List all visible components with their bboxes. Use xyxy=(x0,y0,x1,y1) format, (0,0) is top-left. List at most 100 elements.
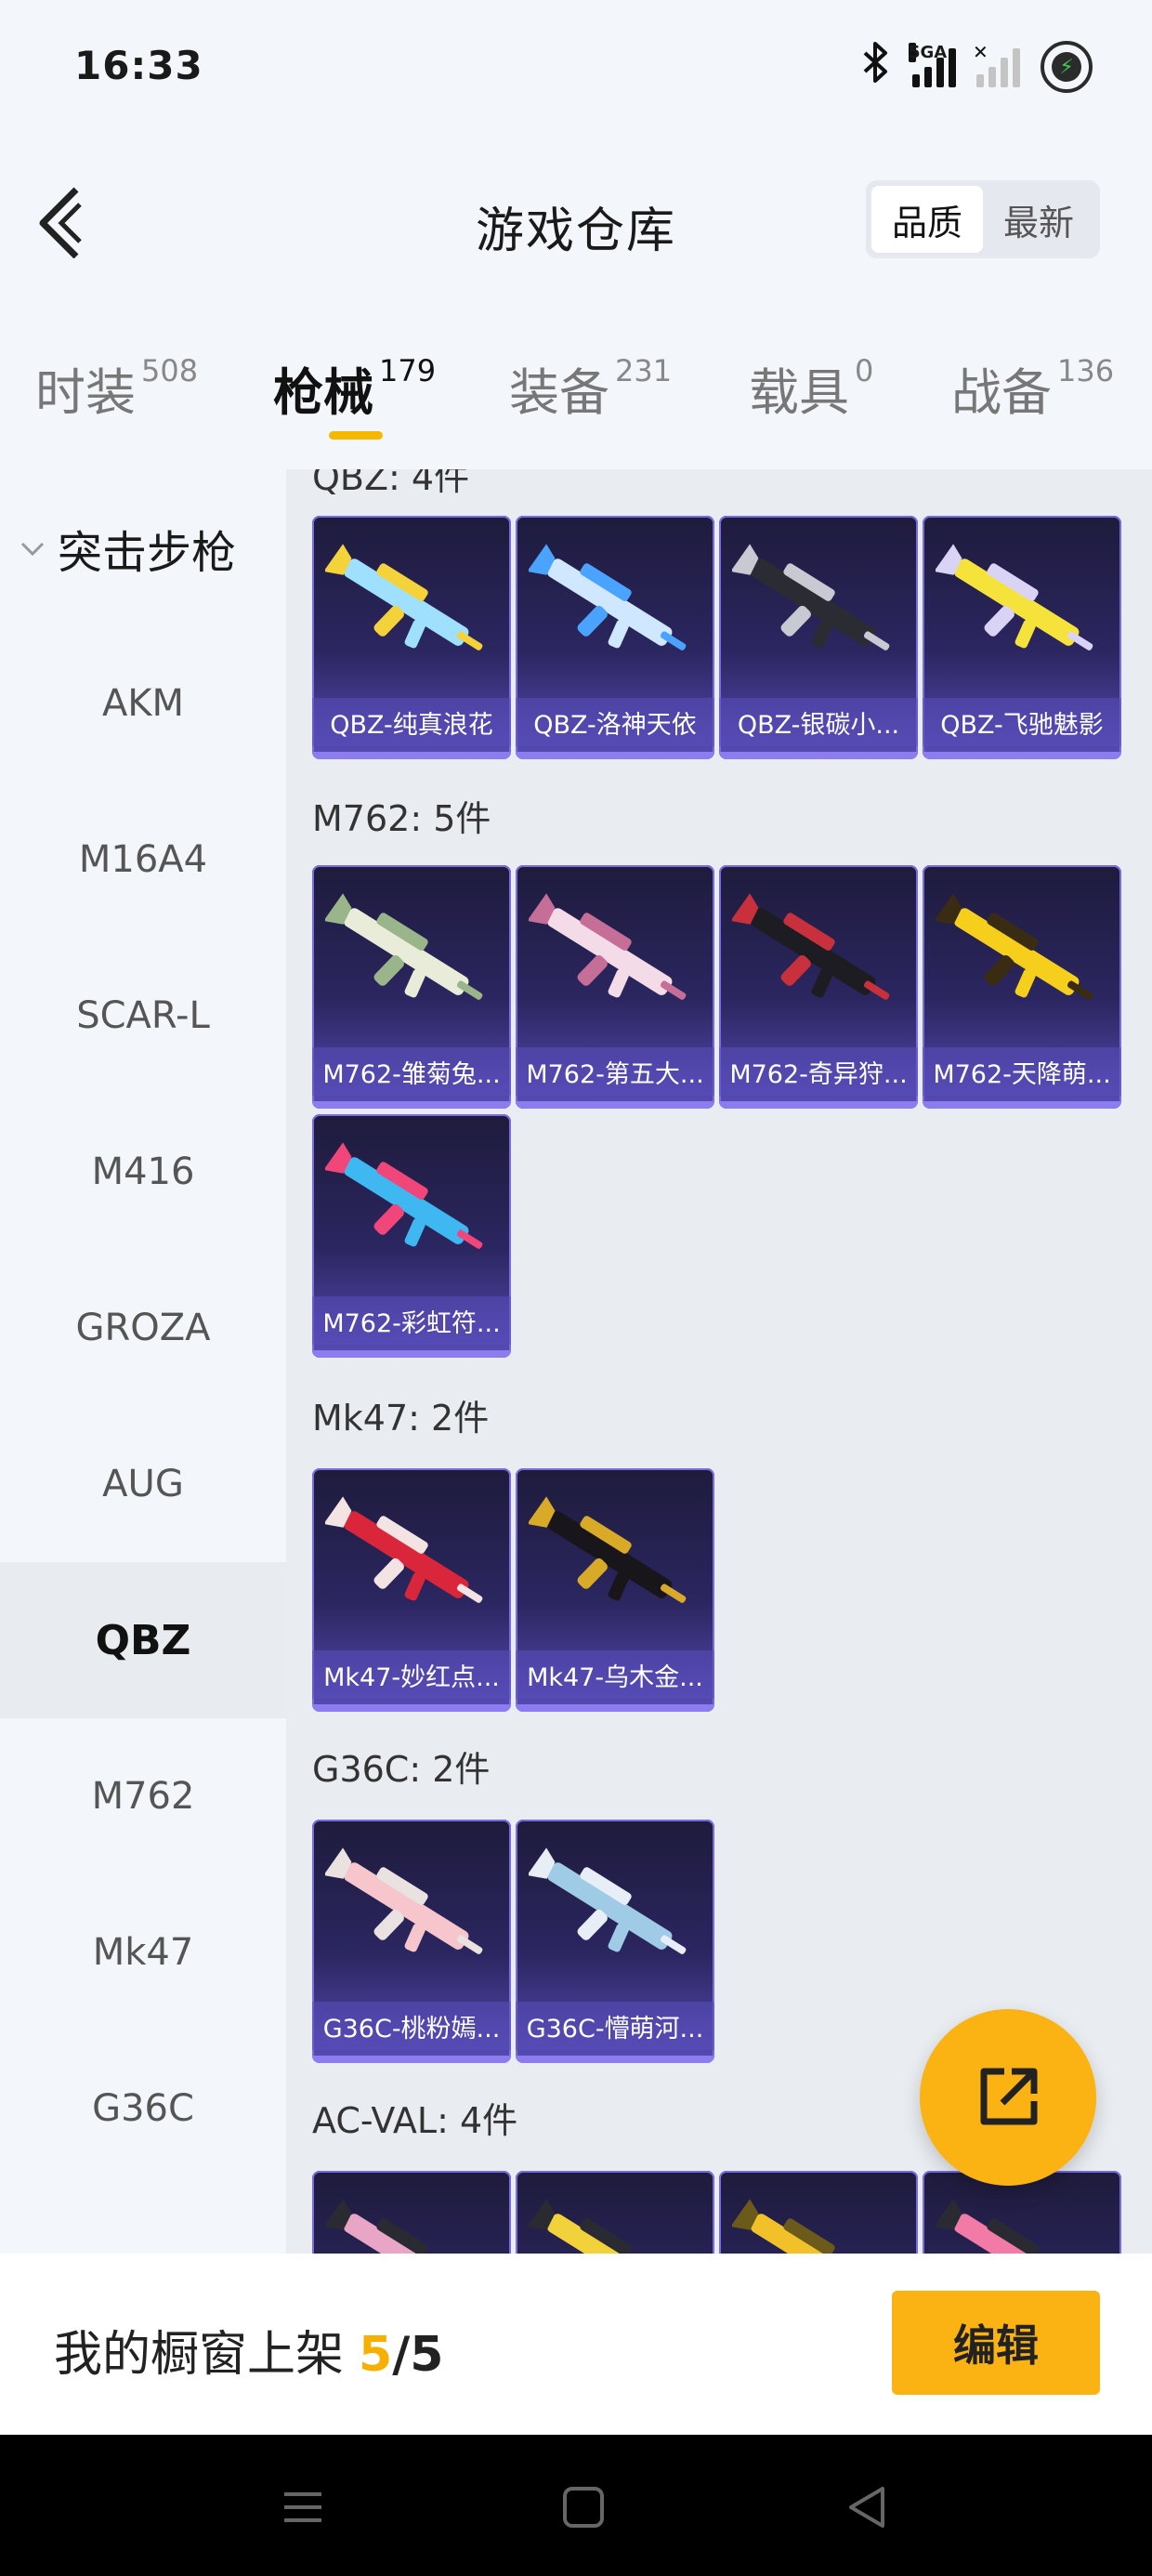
weapon-skin-image xyxy=(732,893,890,1000)
bluetooth-icon xyxy=(860,42,892,92)
skin-card[interactable]: Mk47-乌木金... xyxy=(516,1468,714,1712)
weapon-type-sidebar: 突击步枪 AKM M16A4 SCAR-L M416 GROZA AUG QBZ… xyxy=(0,469,286,2254)
skin-card-name: M762-彩虹符... xyxy=(312,1296,511,1345)
section-title-m762: M762: 5件 xyxy=(312,798,491,839)
tab-label: 枪械 xyxy=(273,363,373,422)
tab-label: 装备 xyxy=(509,363,609,422)
skin-card[interactable]: M762-天降萌... xyxy=(923,865,1121,1109)
home-icon[interactable] xyxy=(557,2481,609,2533)
sidebar-group-label: 突击步枪 xyxy=(58,527,237,579)
skin-card-name: QBZ-纯真浪花 xyxy=(312,698,511,746)
sidebar-item-m16a4[interactable]: M16A4 xyxy=(0,782,286,938)
showcase-bar: 我的橱窗上架 5 / 5 编辑 xyxy=(0,2254,1152,2435)
system-navigation-bar xyxy=(0,2435,1152,2576)
skin-card[interactable]: M762-第五大... xyxy=(516,865,714,1109)
sort-toggle: 品质 最新 xyxy=(866,180,1100,258)
skin-card[interactable] xyxy=(719,2171,918,2254)
sidebar-item-qbz[interactable]: QBZ xyxy=(0,1562,286,1718)
skin-card[interactable] xyxy=(516,2171,714,2254)
skin-card[interactable] xyxy=(312,2171,511,2254)
skin-card-name: M762-雏菊兔... xyxy=(312,1047,511,1096)
menu-icon[interactable] xyxy=(277,2481,329,2533)
tab-count: 136 xyxy=(1057,353,1115,388)
tab-label: 载具 xyxy=(749,363,849,422)
battery-charging-icon: ⚡ xyxy=(1041,41,1093,93)
skin-card[interactable]: QBZ-飞驰魅影 xyxy=(923,516,1121,759)
skin-card[interactable]: M762-奇异狩... xyxy=(719,865,918,1109)
weapon-skin-list[interactable]: QBZ: 4件 QBZ-纯真浪花 QBZ-洛神天依 QBZ-银碳小... QBZ-飞驰… xyxy=(286,469,1152,2254)
tab-count: 508 xyxy=(141,353,199,388)
showcase-current-count: 5 xyxy=(359,2327,393,2383)
weapon-skin-image xyxy=(936,2199,1080,2254)
active-tab-indicator xyxy=(329,431,383,440)
weapon-skin-image xyxy=(529,1496,687,1603)
sidebar-item-m416[interactable]: M416 xyxy=(0,1094,286,1250)
category-tabs: 时装 508 枪械 179 装备 231 载具 0 战备 136 xyxy=(0,344,1152,446)
skin-card-name: Mk47-乌木金... xyxy=(516,1650,714,1699)
header: 游戏仓库 品质 最新 xyxy=(0,158,1152,288)
sidebar-item-aug[interactable]: AUG xyxy=(0,1406,286,1562)
signal-weak-icon: ✕ xyxy=(973,41,1020,87)
skin-card[interactable]: QBZ-银碳小... xyxy=(719,516,918,759)
showcase-label: 我的橱窗上架 xyxy=(54,2327,345,2383)
skin-card-name: Mk47-妙红点... xyxy=(312,1650,511,1699)
tab-count: 231 xyxy=(615,353,673,388)
weapon-skin-image xyxy=(529,2199,673,2254)
sidebar-item-akm[interactable]: AKM xyxy=(0,625,286,782)
tab-label: 时装 xyxy=(35,363,136,422)
weapon-skin-image xyxy=(325,544,483,651)
tab-firearms[interactable]: 枪械 179 xyxy=(273,351,436,425)
share-fab-button[interactable] xyxy=(920,2009,1096,2186)
tab-label: 战备 xyxy=(951,363,1052,422)
tab-supplies[interactable]: 战备 136 xyxy=(951,351,1114,425)
sidebar-item-scar-l[interactable]: SCAR-L xyxy=(0,938,286,1094)
skin-card[interactable]: M762-彩虹符... xyxy=(312,1114,511,1358)
status-icons: 5GA ✕ ⚡ xyxy=(860,41,1093,93)
skin-card-name: G36C-懵萌河... xyxy=(516,2002,714,2050)
weapon-skin-image xyxy=(529,544,687,651)
skin-card-name: QBZ-洛神天依 xyxy=(516,698,714,746)
sidebar-item-groza[interactable]: GROZA xyxy=(0,1250,286,1406)
skin-card-name: M762-奇异狩... xyxy=(719,1047,918,1096)
skin-card[interactable]: QBZ-洛神天依 xyxy=(516,516,714,759)
signal-5g-icon: 5GA xyxy=(909,43,956,87)
share-out-icon xyxy=(980,2068,1038,2125)
sidebar-item-mk47[interactable]: Mk47 xyxy=(0,1874,286,2031)
showcase-separator: / xyxy=(392,2327,411,2383)
sort-newest-button[interactable]: 最新 xyxy=(983,186,1094,253)
status-bar: 16:33 5GA ✕ ⚡ xyxy=(0,0,1152,139)
tab-vehicles[interactable]: 载具 0 xyxy=(749,351,873,425)
skin-card[interactable]: QBZ-纯真浪花 xyxy=(312,516,511,759)
chevron-down-icon xyxy=(20,542,45,557)
back-nav-icon[interactable] xyxy=(842,2481,894,2533)
skin-card-name: M762-第五大... xyxy=(516,1047,714,1096)
skin-card[interactable]: G36C-懵萌河... xyxy=(516,1820,714,2063)
section-title-qbz: QBZ: 4件 xyxy=(312,469,470,498)
weapon-skin-image xyxy=(529,1847,687,1954)
skin-card-name: QBZ-银碳小... xyxy=(719,698,918,746)
sidebar-item-m762[interactable]: M762 xyxy=(0,1718,286,1874)
section-title-g36c: G36C: 2件 xyxy=(312,1749,491,1790)
sort-quality-button[interactable]: 品质 xyxy=(871,186,983,253)
sidebar-item-g36c[interactable]: G36C xyxy=(0,2031,286,2187)
weapon-skin-image xyxy=(325,1847,483,1954)
skin-card-name: QBZ-飞驰魅影 xyxy=(923,698,1121,746)
tab-count: 179 xyxy=(379,353,437,388)
tab-fashion[interactable]: 时装 508 xyxy=(35,351,198,425)
weapon-skin-image xyxy=(325,1142,483,1249)
section-title-ac-val: AC-VAL: 4件 xyxy=(312,2100,518,2141)
weapon-skin-image xyxy=(732,544,890,651)
skin-card[interactable]: M762-雏菊兔... xyxy=(312,865,511,1109)
status-time: 16:33 xyxy=(74,43,203,88)
skin-card[interactable]: Mk47-妙红点... xyxy=(312,1468,511,1712)
section-title-mk47: Mk47: 2件 xyxy=(312,1398,490,1439)
skin-card[interactable]: G36C-桃粉嫣... xyxy=(312,1820,511,2063)
network-type-label: 5GA xyxy=(909,43,948,62)
weapon-skin-image xyxy=(325,1496,483,1603)
skin-card-name: G36C-桃粉嫣... xyxy=(312,2002,511,2050)
tab-equipment[interactable]: 装备 231 xyxy=(509,351,672,425)
weapon-skin-image xyxy=(529,893,687,1000)
sidebar-group-assault-rifles[interactable]: 突击步枪 xyxy=(19,516,236,581)
showcase-max-count: 5 xyxy=(410,2327,444,2383)
edit-button[interactable]: 编辑 xyxy=(892,2291,1100,2395)
